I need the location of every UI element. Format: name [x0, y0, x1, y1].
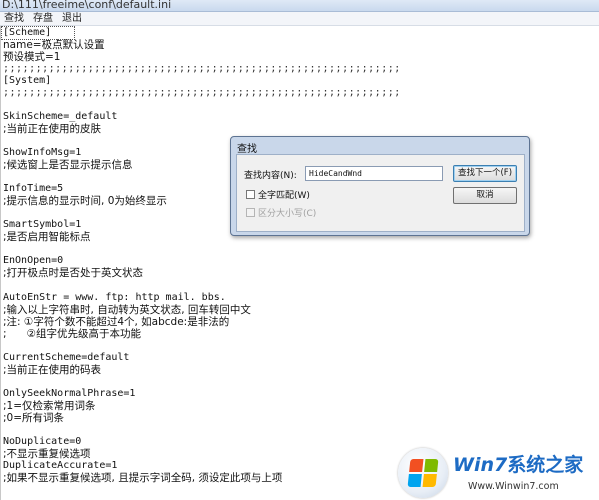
cancel-button[interactable]: 取消: [453, 187, 517, 204]
editor-line: ;如果不显示重复候选项, 且提示字词全码, 须设定此项与上项: [3, 472, 283, 484]
editor-line: AutoEnStr = www. ftp: http mail. bbs.: [3, 292, 226, 303]
watermark-brand-prefix: Win7: [453, 454, 508, 476]
dialog-title: 查找: [237, 144, 257, 155]
editor-line: NoDuplicate=0: [3, 436, 82, 447]
dialog-body: 查找内容(N): HideCandWnd 查找下一个(F) 取消 全字匹配(W)…: [236, 154, 525, 232]
editor-line: ; ②组字优先级高于本功能: [3, 328, 141, 340]
editor-line: ;0=所有词条: [3, 412, 65, 424]
editor-line: ;不显示重复候选项: [3, 448, 91, 460]
watermark-url: Www.Winwin7.com: [468, 481, 559, 492]
editor-line: ;注: ①字符个数不能超过4个, 如abcde:是非法的: [3, 316, 230, 328]
editor-line: [System]: [3, 75, 52, 86]
editor-line: ;当前正在使用的码表: [3, 364, 102, 376]
editor-line: ;当前正在使用的皮肤: [3, 123, 102, 135]
editor-line: EnOnOpen=0: [3, 255, 64, 266]
match-case-checkbox[interactable]: [246, 208, 255, 217]
watermark-brand: Win7系统之家: [453, 450, 583, 477]
find-dialog: 查找 查找内容(N): HideCandWnd 查找下一个(F) 取消 全字匹配…: [230, 136, 530, 236]
window-title: D:\111\freeime\conf\default.ini: [2, 0, 172, 11]
watermark: Win7系统之家 Www.Winwin7.com: [398, 448, 598, 500]
menu-bar: 查找 存盘 退出: [0, 12, 599, 26]
title-bar: D:\111\freeime\conf\default.ini: [0, 0, 599, 12]
editor-line: SkinScheme=_default: [3, 111, 118, 122]
whole-word-checkbox[interactable]: [246, 190, 255, 199]
find-next-button[interactable]: 查找下一个(F): [453, 165, 517, 182]
editor-line: CurrentScheme=default: [3, 352, 130, 363]
find-label: 查找内容(N):: [244, 171, 297, 181]
editor-line: ;是否启用智能标点: [3, 231, 91, 243]
editor-line: ;1=仅检索常用词条: [3, 400, 96, 412]
editor-line: 预设模式=1: [3, 51, 61, 63]
editor-line: ;;;;;;;;;;;;;;;;;;;;;;;;;;;;;;;;;;;;;;;;…: [3, 63, 401, 74]
editor-line: InfoTime=5: [3, 183, 64, 194]
find-input[interactable]: HideCandWnd: [305, 166, 443, 181]
editor-line: name=极点默认设置: [3, 39, 105, 51]
menu-item-find[interactable]: 查找: [4, 12, 24, 25]
watermark-brand-suffix: 系统之家: [507, 454, 584, 476]
editor-line: OnlySeekNormalPhrase=1: [3, 388, 136, 399]
match-case-label: 区分大小写(C): [258, 209, 317, 219]
whole-word-label: 全字匹配(W): [258, 191, 310, 201]
menu-item-save[interactable]: 存盘: [33, 12, 53, 25]
editor-line: ;;;;;;;;;;;;;;;;;;;;;;;;;;;;;;;;;;;;;;;;…: [3, 87, 401, 98]
editor-line: ;候选窗上是否显示提示信息: [3, 159, 133, 171]
windows-logo-icon: [398, 448, 448, 498]
editor-line: ;提示信息的显示时间, 0为始终显示: [3, 195, 167, 207]
editor-line: SmartSymbol=1: [3, 219, 82, 230]
menu-item-exit[interactable]: 退出: [62, 12, 82, 25]
editor-line: DuplicateAccurate=1: [3, 460, 118, 471]
editor-line: [Scheme]: [3, 27, 52, 38]
editor-line: ;输入以上字符串时, 自动转为英文状态, 回车转回中文: [3, 304, 251, 316]
editor-line: ;打开极点时是否处于英文状态: [3, 267, 144, 279]
editor-line: ShowInfoMsg=1: [3, 147, 82, 158]
